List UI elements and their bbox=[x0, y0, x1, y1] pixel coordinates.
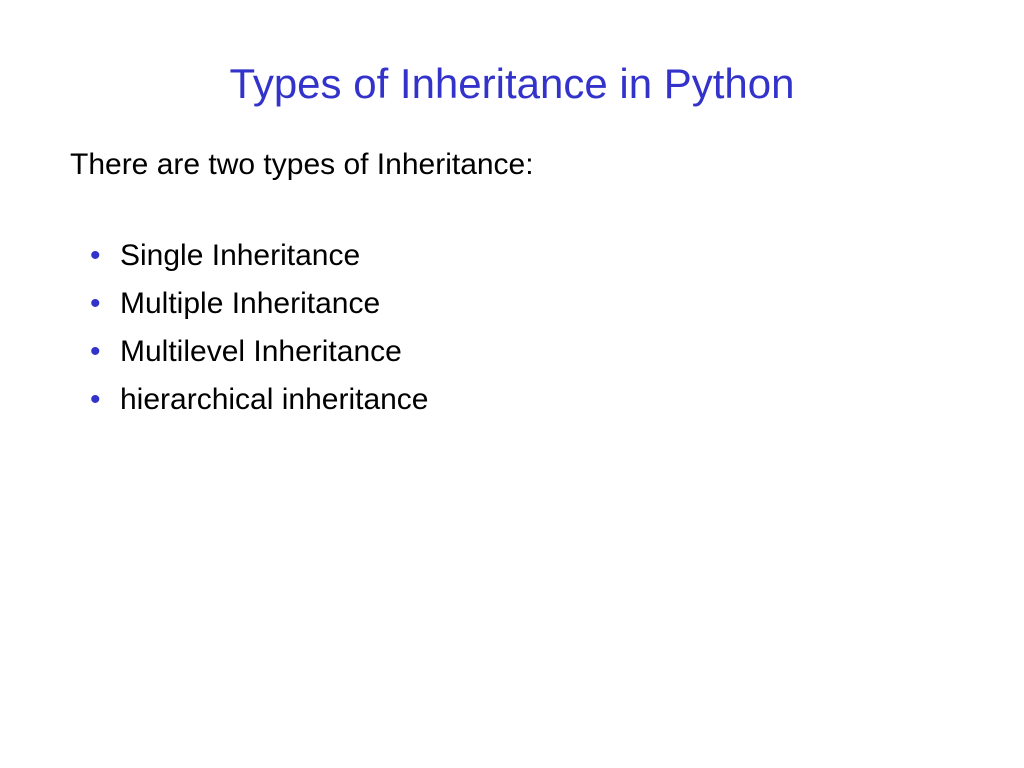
intro-text: There are two types of Inheritance: bbox=[70, 148, 954, 182]
list-item: Multilevel Inheritance bbox=[90, 328, 954, 376]
slide-container: Types of Inheritance in Python There are… bbox=[0, 0, 1024, 768]
slide-title: Types of Inheritance in Python bbox=[70, 60, 954, 108]
bullet-list: Single Inheritance Multiple Inheritance … bbox=[70, 232, 954, 424]
list-item: Single Inheritance bbox=[90, 232, 954, 280]
list-item: hierarchical inheritance bbox=[90, 376, 954, 424]
list-item: Multiple Inheritance bbox=[90, 280, 954, 328]
